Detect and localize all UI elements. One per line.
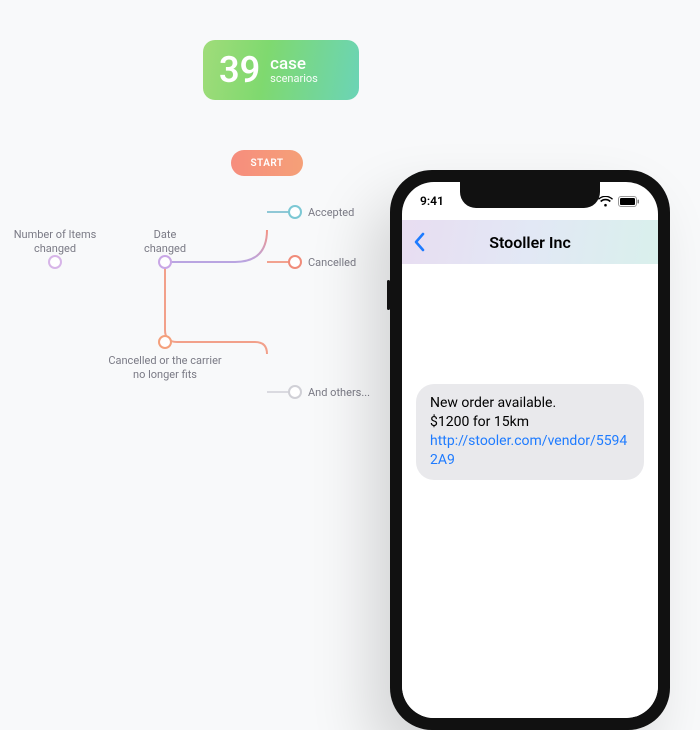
- label-date-changed: Date changed: [144, 228, 186, 256]
- message-line1: New order available.: [430, 395, 556, 411]
- battery-icon: [618, 196, 640, 207]
- case-scenarios-badge: 39 case scenarios: [203, 40, 359, 100]
- badge-count: 39: [219, 52, 260, 88]
- label-cancelled: Cancelled: [308, 256, 356, 270]
- node-no-longer-fits: [158, 335, 172, 349]
- incoming-message: New order available. $1200 for 15km http…: [416, 384, 644, 480]
- node-items-changed: [48, 255, 62, 269]
- phone-notch: [460, 182, 600, 208]
- chat-navbar: Stooller Inc: [402, 220, 658, 264]
- chat-area: New order available. $1200 for 15km http…: [402, 264, 658, 718]
- node-cancelled: [288, 255, 302, 269]
- start-node: START: [231, 150, 303, 176]
- node-others: [288, 385, 302, 399]
- badge-text: case scenarios: [270, 55, 318, 86]
- phone-screen: 9:41 Stooller Inc New order available. $…: [402, 182, 658, 718]
- node-accepted: [288, 205, 302, 219]
- flow-diagram: START Accepted Cancelled And others... D…: [0, 130, 380, 510]
- status-time: 9:41: [420, 194, 444, 208]
- wifi-icon: [598, 196, 613, 207]
- label-others: And others...: [308, 386, 370, 400]
- message-line2: $1200 for 15km: [430, 414, 529, 430]
- node-date-changed: [158, 255, 172, 269]
- chevron-left-icon: [412, 232, 426, 252]
- label-items-changed: Number of Items changed: [14, 228, 97, 256]
- label-no-longer-fits: Cancelled or the carrier no longer fits: [108, 354, 221, 382]
- flow-connectors: [0, 130, 380, 510]
- phone-frame: 9:41 Stooller Inc New order available. $…: [390, 170, 670, 730]
- chat-title: Stooller Inc: [489, 233, 571, 252]
- back-button[interactable]: [412, 220, 426, 264]
- label-accepted: Accepted: [308, 206, 354, 220]
- message-link[interactable]: http://stooler.com/vendor/55942A9: [430, 433, 627, 468]
